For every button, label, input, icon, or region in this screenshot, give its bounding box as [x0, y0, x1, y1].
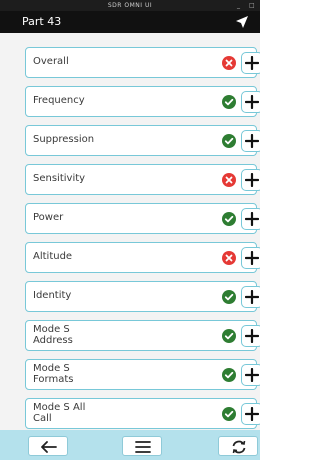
error-circle-icon — [222, 251, 236, 265]
navigation-arrow-icon[interactable] — [235, 15, 249, 29]
menu-button[interactable] — [122, 436, 162, 456]
maximize-icon[interactable]: □ — [249, 0, 255, 11]
check-circle-icon — [222, 212, 236, 226]
test-row[interactable]: Suppression — [25, 125, 260, 156]
expand-button[interactable] — [241, 91, 260, 113]
menu-icon — [135, 441, 151, 453]
expand-button[interactable] — [241, 169, 260, 191]
expand-button[interactable] — [241, 364, 260, 386]
expand-button[interactable] — [241, 247, 260, 269]
test-row[interactable]: Altitude — [25, 242, 260, 273]
refresh-button[interactable] — [218, 436, 258, 456]
check-circle-icon — [222, 368, 236, 382]
test-label: Altitude — [33, 251, 73, 262]
plus-icon — [245, 95, 259, 109]
back-arrow-icon — [41, 441, 57, 453]
plus-icon — [245, 368, 259, 382]
plus-icon — [245, 329, 259, 343]
window-titlebar: SDR OMNI UI _ □ — [0, 0, 260, 11]
test-label: Frequency — [33, 95, 85, 106]
test-label: Power — [33, 212, 64, 223]
expand-button[interactable] — [241, 130, 260, 152]
check-circle-icon — [222, 329, 236, 343]
check-circle-icon — [222, 407, 236, 421]
app-header: Part 43 — [0, 11, 260, 33]
test-row[interactable]: Mode S Address — [25, 320, 260, 351]
test-row[interactable]: Overall — [25, 47, 260, 78]
plus-icon — [245, 212, 259, 226]
test-label: Mode S Formats — [33, 363, 74, 385]
test-row[interactable]: Sensitivity — [25, 164, 260, 195]
expand-button[interactable] — [241, 286, 260, 308]
back-button[interactable] — [28, 436, 68, 456]
expand-button[interactable] — [241, 403, 260, 425]
expand-button[interactable] — [241, 325, 260, 347]
test-label: Mode S All Call — [33, 402, 86, 424]
test-label: Overall — [33, 56, 69, 67]
plus-icon — [245, 56, 259, 70]
plus-icon — [245, 173, 259, 187]
minimize-icon[interactable]: _ — [237, 0, 241, 11]
expand-button[interactable] — [241, 208, 260, 230]
window-title: SDR OMNI UI — [107, 2, 153, 9]
plus-icon — [245, 134, 259, 148]
test-row[interactable]: Identity — [25, 281, 260, 312]
plus-icon — [245, 251, 259, 265]
test-label: Mode S Address — [33, 324, 73, 346]
check-circle-icon — [222, 134, 236, 148]
check-circle-icon — [222, 95, 236, 109]
error-circle-icon — [222, 173, 236, 187]
refresh-icon — [232, 440, 246, 454]
test-row[interactable]: Mode S All Call — [25, 398, 260, 429]
plus-icon — [245, 407, 259, 421]
test-label: Identity — [33, 290, 72, 301]
test-row[interactable]: Mode S Formats — [25, 359, 260, 390]
test-row[interactable]: Frequency — [25, 86, 260, 117]
expand-button[interactable] — [241, 52, 260, 74]
bottom-toolbar — [0, 430, 260, 460]
check-circle-icon — [222, 290, 236, 304]
error-circle-icon — [222, 56, 236, 70]
test-row[interactable]: Power — [25, 203, 260, 234]
test-list: Overall Frequency Suppression Sensitivity Po… — [0, 33, 260, 430]
plus-icon — [245, 290, 259, 304]
test-label: Sensitivity — [33, 173, 86, 184]
page-title: Part 43 — [22, 15, 62, 28]
test-label: Suppression — [33, 134, 95, 145]
